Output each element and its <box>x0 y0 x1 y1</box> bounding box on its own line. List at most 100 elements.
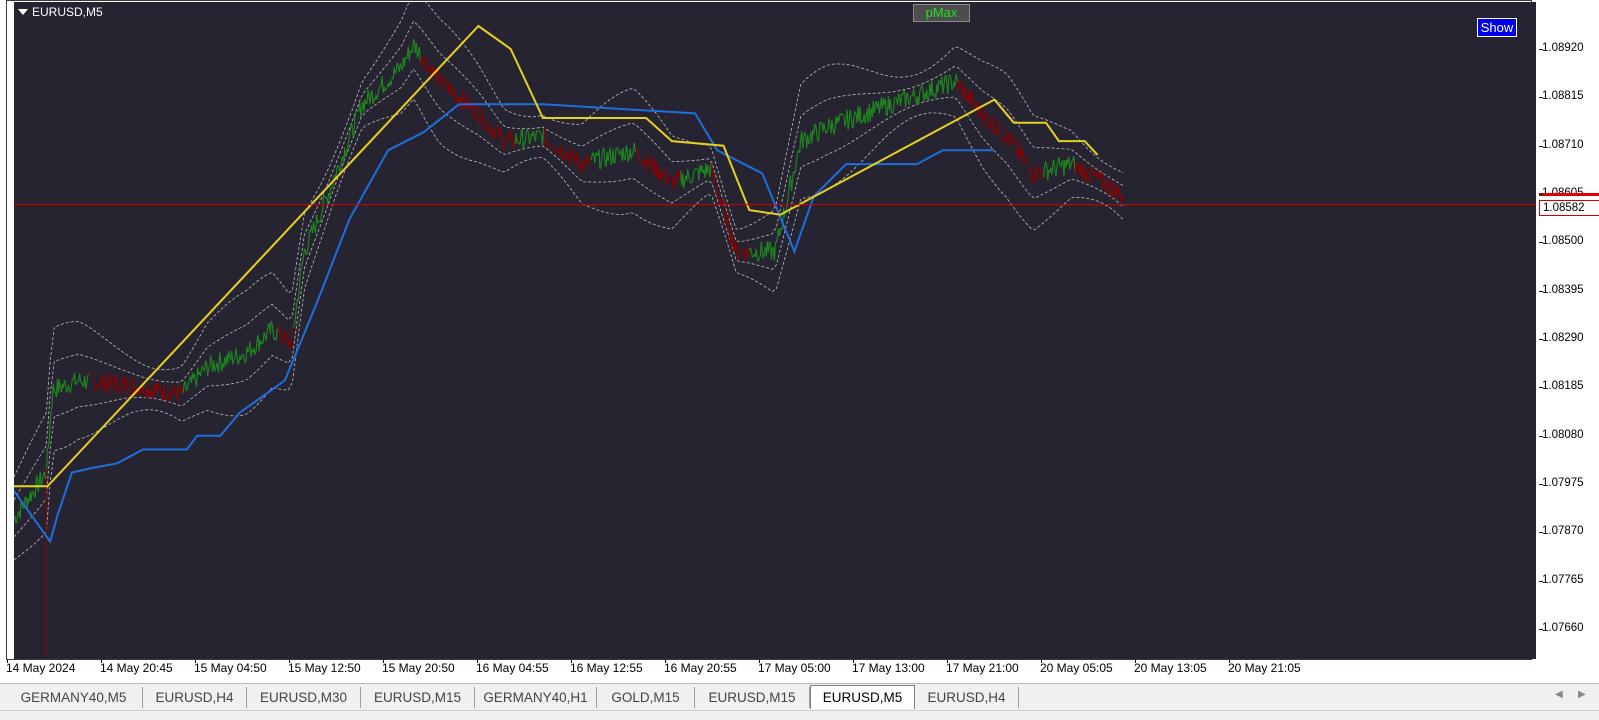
symbol-label[interactable]: EURUSD,M5 <box>18 5 103 19</box>
price-candle <box>42 476 43 480</box>
price-candle <box>181 386 182 390</box>
price-candle <box>1077 165 1078 170</box>
price-candle <box>1042 171 1043 179</box>
price-candle <box>237 355 238 365</box>
price-candle <box>1089 180 1090 183</box>
price-candle <box>694 170 695 172</box>
price-candle <box>1048 170 1049 180</box>
price-candle <box>750 248 751 251</box>
price-candle <box>47 447 48 449</box>
price-candle <box>345 148 346 156</box>
price-candle <box>172 392 173 395</box>
price-candle <box>130 384 131 395</box>
price-candle <box>650 162 651 166</box>
price-candle <box>1030 168 1031 178</box>
price-candle <box>352 124 353 136</box>
price-candle <box>616 148 617 149</box>
price-candle <box>589 159 590 166</box>
chart-window[interactable]: EURUSD,M5 pMax Show 1.076601.077651.0787… <box>6 0 1532 660</box>
price-candle <box>688 169 689 175</box>
price-tick-label: 1.08710 <box>1542 139 1584 151</box>
price-candle <box>553 149 554 151</box>
dropdown-triangle-icon[interactable] <box>18 9 28 15</box>
price-candle <box>347 146 348 153</box>
time-axis[interactable]: 14 May 202414 May 20:4515 May 04:5015 Ma… <box>7 660 1532 678</box>
price-candle <box>208 369 209 376</box>
price-candle <box>88 374 89 376</box>
price-candle <box>988 118 989 130</box>
price-candle <box>652 159 653 174</box>
price-candle <box>281 340 282 341</box>
chart-tab[interactable]: EURUSD,M15 <box>361 687 475 708</box>
tab-scroll-left-icon[interactable]: ◀ <box>1555 689 1563 700</box>
price-candle <box>556 151 557 153</box>
price-candle <box>483 108 484 130</box>
price-candle <box>965 87 966 102</box>
price-candle <box>488 121 489 132</box>
price-tick-mark <box>1539 387 1543 388</box>
price-candle <box>301 264 302 267</box>
chart-tab[interactable]: EURUSD,M5 <box>810 685 915 709</box>
price-candle <box>409 51 410 61</box>
price-candle <box>808 135 809 144</box>
chart-tab[interactable]: EURUSD,M30 <box>247 687 361 708</box>
price-candle <box>834 129 835 134</box>
price-tick-mark <box>1539 242 1543 243</box>
price-candle <box>505 141 506 145</box>
price-candle <box>20 501 21 519</box>
price-candle <box>59 379 60 387</box>
price-candle <box>69 385 70 392</box>
price-candle <box>758 258 759 262</box>
price-candle <box>48 439 49 448</box>
price-candle <box>1119 192 1120 202</box>
price-candle <box>803 137 804 149</box>
price-candle <box>797 152 798 160</box>
price-candle <box>380 86 381 87</box>
chart-plot-area[interactable]: EURUSD,M5 pMax Show <box>14 2 1536 659</box>
price-candle <box>1108 179 1109 194</box>
price-candle <box>169 390 170 402</box>
price-candle <box>391 78 392 85</box>
price-candle <box>441 87 442 88</box>
price-candle <box>591 156 592 160</box>
time-tick-label: 15 May 20:50 <box>382 661 455 675</box>
tab-scroll-right-icon[interactable]: ▶ <box>1578 689 1586 700</box>
time-tick-label: 17 May 05:00 <box>758 661 831 675</box>
price-candle <box>44 472 45 479</box>
price-candle <box>338 165 339 166</box>
price-candle <box>582 161 583 172</box>
price-candle <box>548 141 549 143</box>
price-candle <box>634 143 635 151</box>
price-candle <box>115 378 116 392</box>
price-tick-mark <box>1539 97 1543 98</box>
price-candle <box>378 88 379 94</box>
time-tick-label: 16 May 12:55 <box>570 661 643 675</box>
price-candle <box>697 169 698 170</box>
price-candle <box>541 133 542 135</box>
price-candle <box>203 366 204 371</box>
price-candle <box>1106 181 1107 193</box>
chart-tab[interactable]: EURUSD,H4 <box>915 687 1019 708</box>
price-candle <box>80 374 81 382</box>
price-candle <box>618 148 619 155</box>
show-button[interactable]: Show <box>1477 18 1517 37</box>
price-candle <box>535 131 536 142</box>
price-tick-mark <box>1539 436 1543 437</box>
price-candle <box>177 385 178 401</box>
price-candle <box>819 122 820 140</box>
price-axis[interactable]: 1.076601.077651.078701.079751.080801.081… <box>1539 1 1599 661</box>
price-candle <box>792 178 793 191</box>
price-candle <box>973 98 974 107</box>
chart-tab[interactable]: EURUSD,H4 <box>143 687 247 708</box>
chart-tab[interactable]: GOLD,M15 <box>597 687 695 708</box>
price-candle <box>189 380 190 383</box>
price-candle <box>761 242 762 253</box>
price-candle <box>851 115 852 127</box>
price-candle <box>520 130 521 143</box>
price-tick-label: 1.07765 <box>1542 574 1584 586</box>
chart-tab[interactable]: GERMANY40,M5 <box>5 687 143 708</box>
price-candle <box>267 325 268 331</box>
chart-tab[interactable]: GERMANY40,H1 <box>475 687 597 708</box>
price-candle <box>693 172 694 180</box>
chart-tab[interactable]: EURUSD,M15 <box>695 687 810 708</box>
